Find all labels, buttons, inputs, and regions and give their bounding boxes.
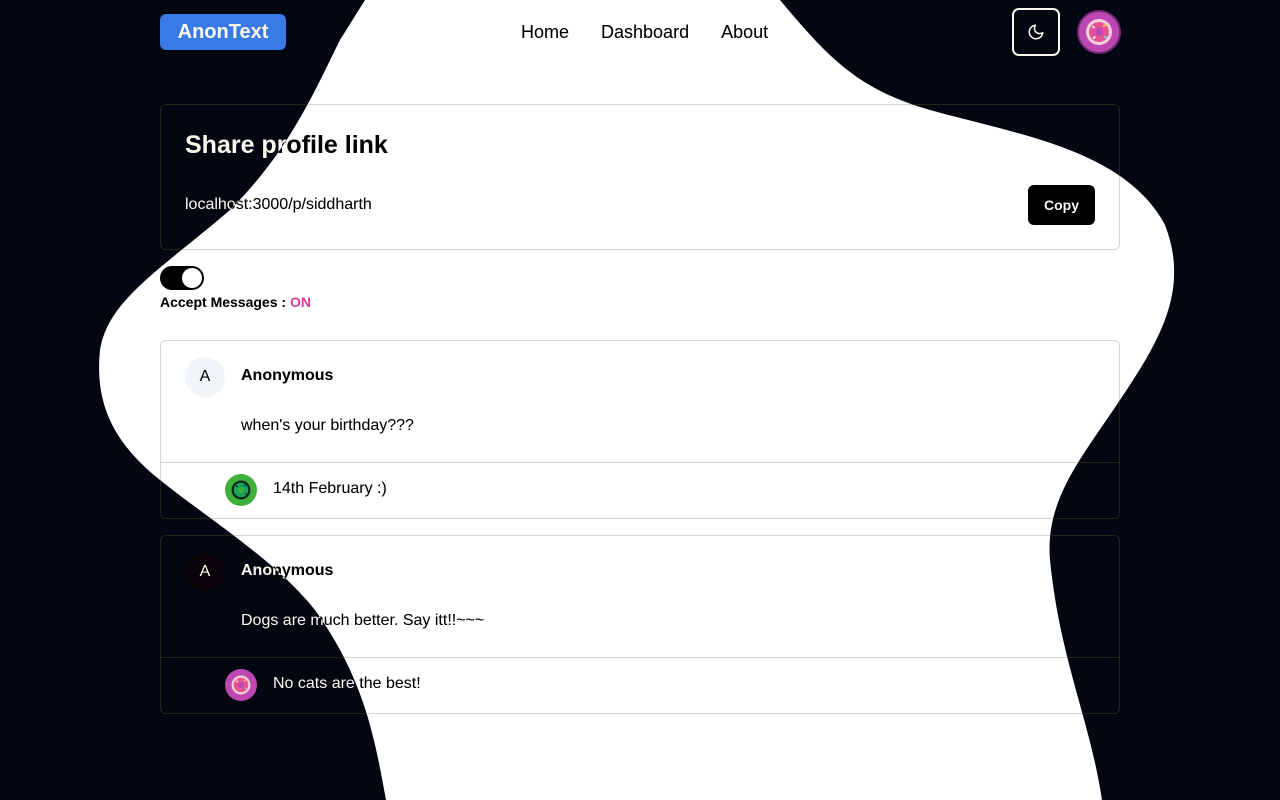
nav-dashboard[interactable]: Dashboard <box>601 22 689 43</box>
sender-name: Anonymous <box>241 562 334 579</box>
accept-label-text: Accept Messages : <box>160 294 287 310</box>
donut-avatar-icon <box>225 669 257 701</box>
reply-avatar <box>225 474 257 506</box>
donut-avatar-icon <box>1077 10 1121 54</box>
accept-status: ON <box>289 294 311 310</box>
user-avatar[interactable] <box>1077 10 1121 54</box>
reply-avatar <box>225 669 257 701</box>
share-title: Share profile link <box>185 131 388 159</box>
copy-button[interactable]: Copy <box>1028 185 1095 225</box>
reply-divider <box>161 657 1119 658</box>
nav-home[interactable]: Home <box>521 22 569 43</box>
message-text: Dogs are much better. Say itt!!~~~ <box>241 612 485 629</box>
sender-name: Anonymous <box>241 367 334 384</box>
accept-messages-label: Accept Messages : ON <box>160 294 311 310</box>
message-card: A Anonymous when's your birthday??? 14th… <box>160 340 1120 519</box>
message-text: when's your birthday??? <box>241 417 414 434</box>
sender-avatar: A <box>185 552 225 592</box>
sender-avatar: A <box>185 357 225 397</box>
reply-divider <box>161 462 1119 463</box>
accept-messages-toggle[interactable] <box>160 266 204 290</box>
toggle-knob <box>182 268 202 288</box>
theme-toggle-button[interactable] <box>1012 8 1060 56</box>
profile-link: localhost:3000/p/siddharth <box>185 196 372 213</box>
brand-logo[interactable]: AnonText <box>160 14 286 50</box>
moon-icon <box>1028 24 1044 40</box>
message-card: A Anonymous Dogs are much better. Say it… <box>160 535 1120 714</box>
nav-about[interactable]: About <box>721 22 768 43</box>
donut-avatar-icon <box>225 474 257 506</box>
reply-text: 14th February :) <box>273 480 387 497</box>
reply-text: No cats are the best! <box>273 675 421 692</box>
main-nav: Home Dashboard About <box>521 22 768 43</box>
share-profile-card: Share profile link localhost:3000/p/sidd… <box>160 104 1120 250</box>
